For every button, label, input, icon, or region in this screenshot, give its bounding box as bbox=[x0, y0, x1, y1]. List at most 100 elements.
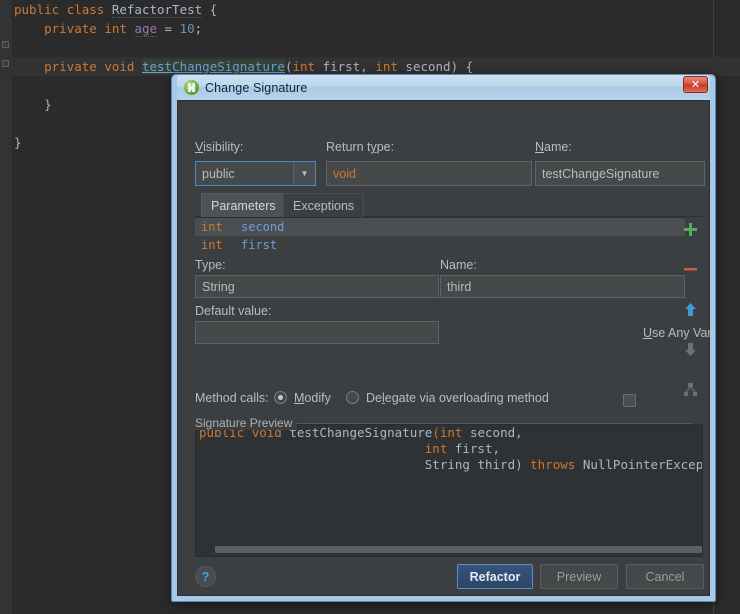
code-token: void bbox=[104, 59, 142, 74]
close-icon[interactable]: ✕ bbox=[683, 76, 708, 93]
plus-icon bbox=[683, 223, 697, 236]
code-token: int bbox=[375, 59, 406, 74]
code-token: ) { bbox=[450, 59, 474, 74]
arrow-up-icon bbox=[684, 303, 696, 316]
code-token: } bbox=[14, 135, 22, 150]
code-token: = bbox=[157, 21, 180, 36]
code-token: private bbox=[44, 21, 105, 36]
dialog-titlebar[interactable]: Change Signature ✕ bbox=[177, 75, 710, 100]
return-type-input[interactable]: void bbox=[326, 161, 532, 186]
chevron-down-icon[interactable]: ▼ bbox=[293, 162, 315, 185]
parameters-toolbar bbox=[677, 217, 703, 427]
code-token: ( bbox=[284, 59, 293, 74]
help-button[interactable]: ? bbox=[195, 566, 216, 587]
radio-modify-label[interactable]: Modify bbox=[294, 391, 331, 405]
radio-modify[interactable] bbox=[274, 391, 287, 404]
visibility-label-mnemonic: V bbox=[195, 140, 204, 154]
return-type-label-pre: Return t bbox=[326, 140, 371, 154]
code-token: second, bbox=[469, 425, 523, 440]
tabstrip: Parameters Exceptions bbox=[195, 193, 703, 217]
method-calls-label: Method calls: bbox=[195, 391, 269, 405]
code-token: RefactorTest bbox=[111, 2, 203, 18]
signature-preview-title: Signature Preview bbox=[195, 416, 298, 430]
visibility-value: public bbox=[202, 166, 235, 181]
code-token: int bbox=[292, 59, 323, 74]
use-any-var-label-rest: se Any Var bbox=[652, 326, 712, 340]
table-row[interactable]: int second bbox=[195, 218, 685, 236]
return-type-label: Return type: bbox=[326, 140, 394, 154]
visibility-label-rest: isibility: bbox=[203, 140, 244, 154]
dialog-title: Change Signature bbox=[205, 80, 308, 95]
method-name-input[interactable]: testChangeSignature bbox=[535, 161, 705, 186]
param-name-cell: second bbox=[241, 220, 285, 234]
code-token: public bbox=[14, 2, 67, 17]
param-type-input[interactable]: String bbox=[195, 275, 439, 298]
code-token: NullPointerException bbox=[582, 457, 703, 472]
code-token: private bbox=[44, 59, 105, 74]
code-token: , bbox=[360, 59, 376, 74]
method-name-label: Name: bbox=[535, 140, 572, 154]
add-parameter-button[interactable] bbox=[677, 217, 703, 242]
code-token: String third) bbox=[424, 457, 531, 472]
code-token: testChangeSignature bbox=[141, 59, 285, 74]
signature-preview-panel[interactable]: public void testChangeSignature(int seco… bbox=[195, 424, 703, 557]
parameters-table[interactable]: int second int first bbox=[195, 217, 685, 253]
preview-button[interactable]: Preview bbox=[540, 564, 618, 589]
radio-modify-label-pre: M bbox=[294, 391, 305, 405]
table-row[interactable]: int first bbox=[195, 236, 685, 254]
code-token: int bbox=[424, 441, 455, 456]
code-token: testChangeSignature bbox=[289, 425, 433, 440]
param-type-cell: int bbox=[201, 220, 223, 234]
tab-exceptions[interactable]: Exceptions bbox=[283, 193, 365, 217]
use-any-var-label-mnemonic: U bbox=[643, 326, 653, 340]
code-token: { bbox=[202, 2, 218, 17]
move-up-button[interactable] bbox=[677, 297, 703, 322]
param-type-label: Type: bbox=[195, 258, 226, 272]
code-token: first, bbox=[454, 441, 501, 456]
propagate-icon bbox=[683, 383, 697, 396]
use-any-var-checkbox[interactable] bbox=[623, 394, 636, 407]
arrow-down-icon bbox=[684, 343, 696, 356]
code-token: ( bbox=[432, 425, 440, 440]
code-token: throws bbox=[530, 457, 583, 472]
radio-delegate[interactable] bbox=[346, 391, 359, 404]
tab-parameters[interactable]: Parameters bbox=[201, 193, 286, 217]
code-line: private int age = 10; bbox=[0, 19, 740, 38]
refactor-button[interactable]: Refactor bbox=[457, 564, 533, 589]
code-token: ; bbox=[194, 21, 203, 36]
code-token: 10 bbox=[179, 21, 195, 36]
cancel-button[interactable]: Cancel bbox=[626, 564, 704, 589]
use-any-var-label: Use Any Var bbox=[643, 326, 712, 340]
visibility-combobox[interactable]: public ▼ bbox=[195, 161, 316, 186]
fold-marker-icon[interactable] bbox=[2, 41, 9, 48]
signature-preview-code: public void testChangeSignature(int seco… bbox=[196, 425, 702, 473]
visibility-label: Visibility: bbox=[195, 140, 243, 154]
fold-marker-icon[interactable] bbox=[2, 60, 9, 67]
radio-delegate-label-pre: De bbox=[366, 391, 382, 405]
code-token: second bbox=[405, 59, 451, 75]
param-default-value-label: Default value: bbox=[195, 304, 272, 318]
dialog-body: Visibility: public ▼ Return type: void N… bbox=[177, 100, 712, 596]
code-line: public class RefactorTest { bbox=[0, 0, 740, 19]
param-name-cell: first bbox=[241, 238, 278, 252]
param-default-value-input[interactable] bbox=[195, 321, 439, 344]
param-name-label: Name: bbox=[440, 258, 477, 272]
param-type-cell: int bbox=[201, 238, 223, 252]
code-token: first bbox=[322, 59, 361, 75]
code-token: class bbox=[66, 2, 112, 17]
signature-preview-horizontal-scrollbar[interactable] bbox=[215, 546, 702, 553]
code-token: } bbox=[14, 97, 52, 112]
radio-delegate-label[interactable]: Delegate via overloading method bbox=[366, 391, 549, 405]
propagate-parameters-button bbox=[677, 377, 703, 402]
move-down-button bbox=[677, 337, 703, 362]
method-name-label-rest: ame: bbox=[544, 140, 572, 154]
signature-preview-line: String third) throws NullPointerExceptio… bbox=[196, 457, 702, 473]
method-name-label-mnemonic: N bbox=[535, 140, 545, 154]
param-name-input[interactable]: third bbox=[440, 275, 685, 298]
code-token: int bbox=[104, 21, 135, 36]
